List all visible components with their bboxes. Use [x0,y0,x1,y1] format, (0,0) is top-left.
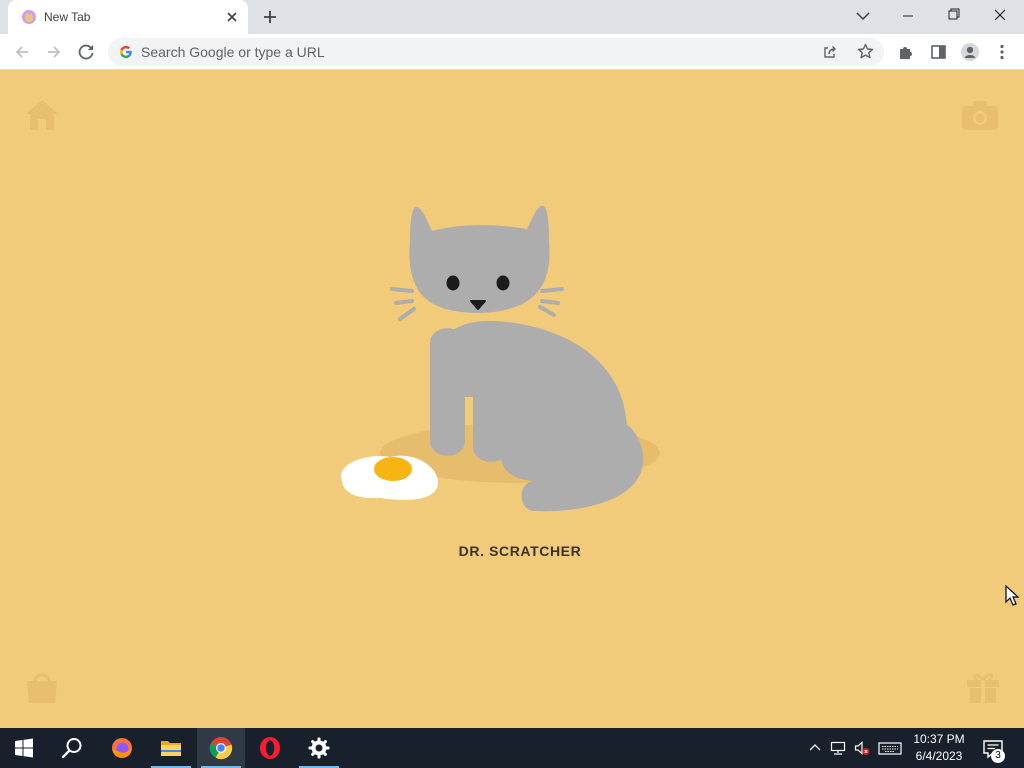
back-button[interactable] [8,38,36,66]
close-window-button[interactable] [977,0,1023,30]
search-icon [61,738,82,759]
tab-title: New Tab [44,10,91,24]
volume-muted-icon[interactable] [854,740,870,756]
bookmark-star-icon[interactable] [857,43,874,60]
settings-gear-icon [308,737,330,759]
taskbar-file-explorer[interactable] [147,728,195,768]
taskbar-search-button[interactable] [48,728,96,768]
touch-keyboard-icon[interactable] [878,740,902,756]
taskbar-chrome[interactable] [197,728,245,768]
new-tab-page: DR. SCRATCHER [0,71,1024,728]
taskbar-firefox[interactable] [98,728,146,768]
menu-kebab-icon[interactable] [988,38,1016,66]
clock-time: 10:37 PM [913,732,965,746]
start-button[interactable] [0,728,48,768]
gift-icon[interactable] [963,667,1003,707]
opera-icon [260,737,280,759]
clock-date: 6/4/2023 [915,749,963,763]
notification-count-badge: 3 [991,749,1005,763]
windows-taskbar: 10:37 PM 6/4/2023 3 [0,728,1024,768]
taskbar-clock[interactable]: 10:37 PM 6/4/2023 [909,731,969,765]
folder-icon [161,741,181,756]
shopping-bag-icon[interactable] [22,667,62,707]
google-icon [119,45,132,59]
side-panel-icon[interactable] [924,38,952,66]
show-hidden-icons-chevron-icon[interactable] [807,740,823,756]
minimize-button[interactable] [885,0,931,30]
browser-toolbar [0,34,1024,70]
network-icon[interactable] [830,740,846,756]
camera-icon[interactable] [960,95,1000,135]
new-tab-button[interactable] [260,7,280,27]
omnibox[interactable] [108,38,884,66]
tab-search-chevron-icon[interactable] [854,8,872,24]
cat-illustration[interactable] [330,201,670,521]
home-icon[interactable] [22,95,62,135]
tab-close-icon[interactable] [224,9,240,25]
profile-avatar-icon[interactable] [956,38,984,66]
firefox-icon [112,738,132,758]
share-icon[interactable] [822,44,838,60]
extensions-puzzle-icon[interactable] [892,38,920,66]
restore-button[interactable] [931,0,977,30]
chrome-icon [209,737,233,760]
taskbar-opera[interactable] [246,728,294,768]
tab-new-tab[interactable]: New Tab [8,0,248,34]
windows-logo-icon [15,738,33,758]
forward-button[interactable] [40,38,68,66]
address-input[interactable] [141,38,801,66]
taskbar-settings[interactable] [295,728,343,768]
fried-egg-icon [341,455,439,500]
cat-favicon-icon [22,10,36,24]
mouse-cursor-icon [1005,585,1019,606]
reload-button[interactable] [72,38,100,66]
tab-strip: New Tab [0,0,1024,34]
pet-name-label: DR. SCRATCHER [458,543,582,559]
